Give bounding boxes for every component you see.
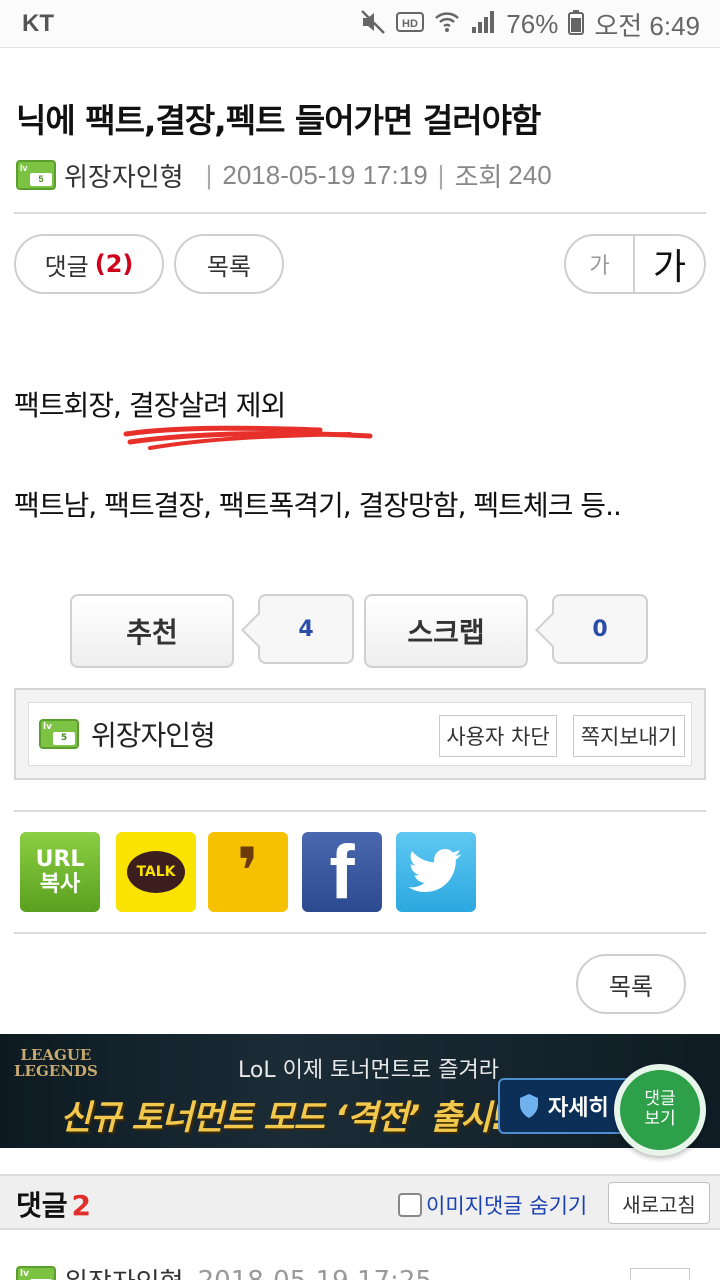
carrier-label: KT (22, 10, 54, 37)
comments-button[interactable]: 댓글 (2) (14, 234, 164, 294)
refresh-button[interactable]: 새로고침 (608, 1182, 710, 1224)
divider (14, 932, 706, 934)
kakaotalk-icon[interactable]: TALK (116, 832, 196, 912)
comments-count: 2 (71, 1189, 92, 1222)
wifi-icon (434, 9, 460, 39)
comments-button-label: 댓글 (44, 252, 89, 281)
kakaostory-icon[interactable]: ❜ (208, 832, 288, 912)
hide-image-comments-checkbox[interactable] (398, 1193, 422, 1217)
divider: | (437, 159, 445, 190)
status-icons: HD 76% 오전 6:49 (360, 8, 700, 41)
twitter-icon[interactable] (396, 832, 476, 912)
level-icon: lv5 (16, 1265, 56, 1280)
recommend-count: 4 (258, 594, 354, 664)
font-size-toggle: 가 가 (564, 234, 706, 294)
url-copy-icon[interactable]: URL 복사 (20, 832, 100, 912)
signal-icon (470, 9, 496, 39)
page-title: 닉에 팩트,결장,펙트 들어가면 걸러야함 (16, 101, 541, 140)
comment-action-button[interactable] (630, 1268, 690, 1280)
comments-button-count: (2) (94, 250, 134, 278)
post-meta: lv 5 위장자인형 | 2018-05-19 17:19 | 조회 240 (16, 158, 552, 192)
ad-banner[interactable]: LEAGUE LEGENDS LoL 이제 토너먼트로 즐겨라 신규 토너먼트 … (0, 1034, 720, 1148)
red-scribble-underline (123, 425, 373, 450)
url-copy-label-2: 복사 (39, 872, 81, 897)
author-box-inner: lv 5 위장자인형 사용자 차단 쪽지보내기 (28, 702, 692, 766)
fab-label-2: 보기 (644, 1109, 676, 1129)
divider (14, 212, 706, 214)
divider: | (205, 159, 213, 190)
block-user-button[interactable]: 사용자 차단 (439, 715, 557, 757)
hd-icon: HD (396, 11, 425, 37)
status-bar: KT HD 76% 오전 6:49 (0, 0, 720, 48)
scrap-button[interactable]: 스크랩 (364, 594, 528, 668)
font-small-button[interactable]: 가 (566, 236, 635, 292)
scrap-count: 0 (552, 594, 648, 664)
level-icon: lv5 (16, 160, 56, 190)
clock: 오전 6:49 (594, 10, 700, 41)
mute-icon (360, 9, 386, 39)
comment-date: 2018-05-19 17:25 (198, 1266, 432, 1280)
author-box: lv 5 위장자인형 사용자 차단 쪽지보내기 (14, 688, 706, 780)
font-large-button[interactable]: 가 (635, 236, 704, 292)
battery-percent: 76% (506, 8, 559, 39)
banner-detail-label: 자세히 (548, 1096, 609, 1121)
views-label: 조회 (454, 161, 503, 192)
list-button-label: 목록 (206, 252, 252, 281)
banner-subtitle: LoL 이제 토너먼트로 즐겨라 (238, 1058, 499, 1083)
send-message-button[interactable]: 쪽지보내기 (573, 715, 685, 757)
post-body-line-1: 팩트회장, 결장살려 제외 (14, 389, 286, 422)
view-comments-fab[interactable]: 댓글 보기 (614, 1064, 706, 1156)
svg-text:HD: HD (402, 18, 418, 30)
post-body-line-2: 팩트남, 팩트결장, 팩트폭격기, 결장망함, 펙트체크 등.. (14, 489, 622, 522)
twitter-bird-icon (408, 849, 462, 893)
comments-title-label: 댓글 (16, 1189, 68, 1222)
comments-title: 댓글 2 (16, 1184, 91, 1224)
lol-logo-line-2: LEGENDS (14, 1061, 98, 1080)
facebook-icon[interactable]: f (302, 832, 382, 912)
hide-image-comments-toggle[interactable]: 이미지댓글 숨기기 (398, 1190, 587, 1220)
post-author[interactable]: 위장자인형 (64, 157, 184, 194)
hide-image-comments-label: 이미지댓글 숨기기 (426, 1194, 588, 1218)
recommend-button[interactable]: 추천 (70, 594, 234, 668)
fab-label-1: 댓글 (644, 1089, 676, 1110)
post-date: 2018-05-19 17:19 (222, 159, 428, 190)
level-icon: lv5 (39, 719, 79, 749)
comment-item: lv5 위장자인형 2018-05-19 17:25 (16, 1262, 432, 1280)
comment-author[interactable]: 위장자인형 (64, 1262, 184, 1280)
divider (14, 810, 706, 812)
lol-logo: LEAGUE LEGENDS (14, 1047, 98, 1080)
comments-header: 댓글 2 이미지댓글 숨기기 새로고침 (0, 1174, 720, 1230)
battery-icon (568, 9, 585, 39)
author-name[interactable]: 위장자인형 (91, 714, 216, 754)
list-button[interactable]: 목록 (174, 234, 284, 294)
views-count: 240 (508, 159, 552, 190)
url-copy-label-1: URL (35, 846, 85, 872)
kakaotalk-label: TALK (127, 851, 185, 893)
bottom-list-button[interactable]: 목록 (576, 954, 686, 1014)
banner-headline: 신규 토너먼트 모드 ‘격전’ 출시! (60, 1098, 506, 1138)
shield-icon (520, 1094, 538, 1118)
